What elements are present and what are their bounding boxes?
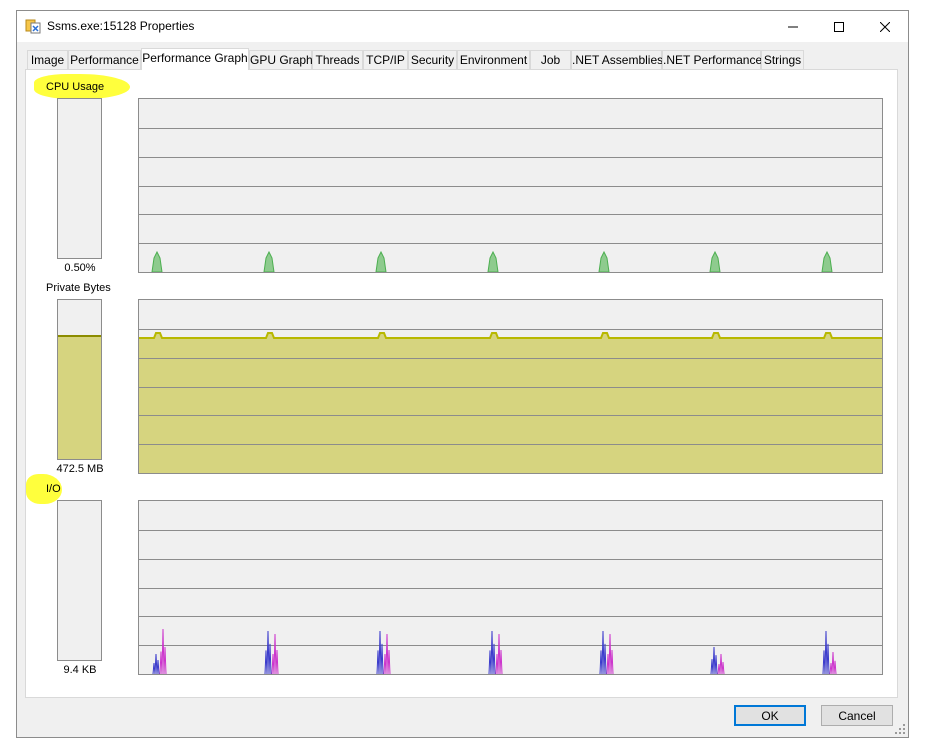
cpu-usage-history — [139, 128, 882, 272]
tab-job[interactable]: Job — [530, 50, 571, 69]
private-bytes-meter — [57, 299, 102, 460]
cpu-usage-spike — [598, 250, 610, 272]
io-write-spike — [610, 649, 614, 674]
tab-strings[interactable]: Strings — [761, 50, 804, 69]
io-read-spike — [492, 643, 496, 674]
io-write-spike — [497, 633, 501, 674]
io-read-spike — [826, 643, 830, 674]
io-write-spike — [163, 646, 167, 674]
io-write-spike — [275, 649, 279, 674]
cpu-usage-spike — [709, 250, 721, 272]
private-bytes-area — [139, 333, 882, 473]
close-button[interactable] — [862, 11, 908, 42]
resize-grip-icon[interactable] — [895, 724, 905, 734]
tab-performance[interactable]: Performance — [68, 50, 141, 69]
cpu-usage-spike — [375, 250, 387, 272]
tab-net-performance[interactable]: .NET Performance — [662, 50, 762, 69]
cpu-usage-label: CPU Usage — [46, 81, 105, 93]
cpu-usage-value: 0.50% — [64, 262, 96, 274]
cpu-usage-spike — [487, 250, 499, 272]
io-read-spike — [603, 643, 607, 674]
io-read-spike — [156, 659, 160, 674]
window-title: Ssms.exe:15128 Properties — [47, 19, 195, 33]
private-bytes-meter-fill — [58, 335, 101, 459]
private-bytes-value: 472.5 MB — [56, 463, 104, 475]
io-graph — [138, 500, 883, 675]
io-write-spike — [831, 651, 835, 674]
io-read-spike — [712, 646, 716, 674]
maximize-button[interactable] — [816, 11, 862, 42]
ok-button[interactable]: OK — [734, 705, 806, 726]
tab-net-assemblies[interactable]: .NET Assemblies — [571, 50, 663, 69]
tab-image[interactable]: Image — [27, 50, 68, 69]
io-write-spike — [721, 661, 725, 674]
io-read-spike — [824, 630, 828, 674]
io-read-spike — [266, 630, 270, 674]
private-bytes-history — [139, 329, 882, 473]
app-process-icon — [25, 19, 41, 34]
cpu-usage-spike — [263, 250, 275, 272]
properties-window: Ssms.exe:15128 Properties Image Performa… — [16, 10, 909, 738]
cpu-usage-meter — [57, 98, 102, 259]
cpu-usage-spike — [821, 250, 833, 272]
io-write-spike — [387, 649, 391, 674]
cpu-usage-spike — [151, 250, 163, 272]
tab-environment[interactable]: Environment — [457, 50, 530, 69]
private-bytes-graph — [138, 299, 883, 474]
io-write-spike — [385, 633, 389, 674]
performance-graph-panel: CPU Usage 0.50% Private Bytes 472.5 MB I… — [25, 69, 898, 698]
io-read-spike — [490, 630, 494, 674]
io-label: I/O — [46, 483, 61, 495]
io-read-spike — [268, 643, 272, 674]
io-history — [139, 530, 882, 674]
io-write-spike — [161, 628, 165, 674]
io-meter — [57, 500, 102, 661]
io-read-spike — [378, 630, 382, 674]
tab-gpu-graph[interactable]: GPU Graph — [249, 50, 313, 69]
tab-threads[interactable]: Threads — [312, 50, 363, 69]
io-read-spike — [601, 630, 605, 674]
io-value: 9.4 KB — [63, 664, 97, 676]
io-read-spike — [380, 643, 384, 674]
io-write-spike — [499, 649, 503, 674]
private-bytes-label: Private Bytes — [46, 282, 111, 294]
minimize-icon — [788, 26, 798, 27]
tab-security[interactable]: Security — [408, 50, 457, 69]
tab-performance-graph[interactable]: Performance Graph — [141, 48, 249, 70]
close-icon — [880, 21, 890, 32]
io-write-spike — [719, 653, 723, 674]
io-read-spike — [154, 653, 158, 674]
title-bar[interactable]: Ssms.exe:15128 Properties — [17, 11, 908, 42]
io-write-spike — [273, 633, 277, 674]
tab-tcpip[interactable]: TCP/IP — [363, 50, 408, 69]
private-bytes-line — [139, 332, 882, 339]
io-read-spike — [714, 655, 718, 674]
io-write-spike — [608, 633, 612, 674]
maximize-icon — [834, 21, 844, 32]
minimize-button[interactable] — [770, 11, 816, 42]
cpu-usage-graph — [138, 98, 883, 273]
io-write-spike — [833, 660, 837, 674]
cancel-button[interactable]: Cancel — [821, 705, 893, 726]
